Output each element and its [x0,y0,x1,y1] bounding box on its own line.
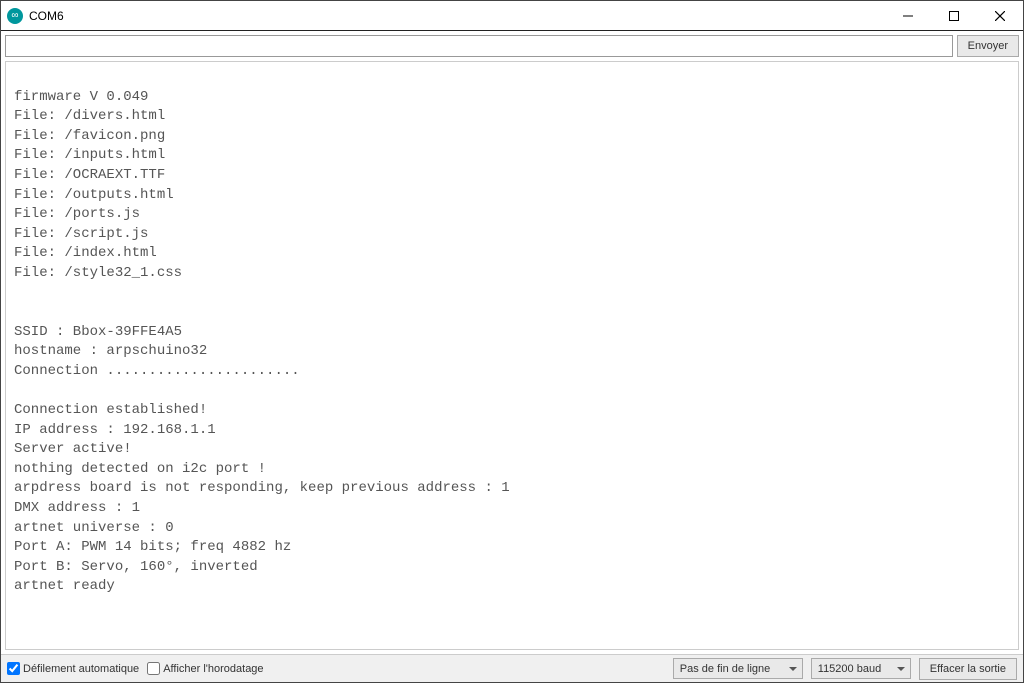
input-row: Envoyer [1,31,1023,61]
baud-rate-selected: 115200 baud [818,663,881,675]
maximize-button[interactable] [931,1,977,30]
window-title: COM6 [29,9,885,23]
window-controls [885,1,1023,30]
autoscroll-checkbox[interactable] [7,662,20,675]
timestamp-checkbox-wrap[interactable]: Afficher l'horodatage [147,662,263,675]
close-button[interactable] [977,1,1023,30]
serial-output[interactable]: firmware V 0.049 File: /divers.html File… [5,61,1019,650]
autoscroll-label: Défilement automatique [23,663,139,675]
serial-input[interactable] [5,35,953,57]
timestamp-label: Afficher l'horodatage [163,663,263,675]
minimize-button[interactable] [885,1,931,30]
line-ending-selected: Pas de fin de ligne [680,663,771,675]
bottom-bar: Défilement automatique Afficher l'horoda… [1,654,1023,682]
send-button[interactable]: Envoyer [957,35,1019,57]
titlebar: COM6 [1,1,1023,31]
line-ending-dropdown[interactable]: Pas de fin de ligne [673,658,803,679]
timestamp-checkbox[interactable] [147,662,160,675]
autoscroll-checkbox-wrap[interactable]: Défilement automatique [7,662,139,675]
serial-monitor-window: COM6 Envoyer firmware V 0.049 File: /div… [0,0,1024,683]
arduino-icon [7,8,23,24]
clear-output-button[interactable]: Effacer la sortie [919,658,1017,680]
baud-rate-dropdown[interactable]: 115200 baud [811,658,911,679]
